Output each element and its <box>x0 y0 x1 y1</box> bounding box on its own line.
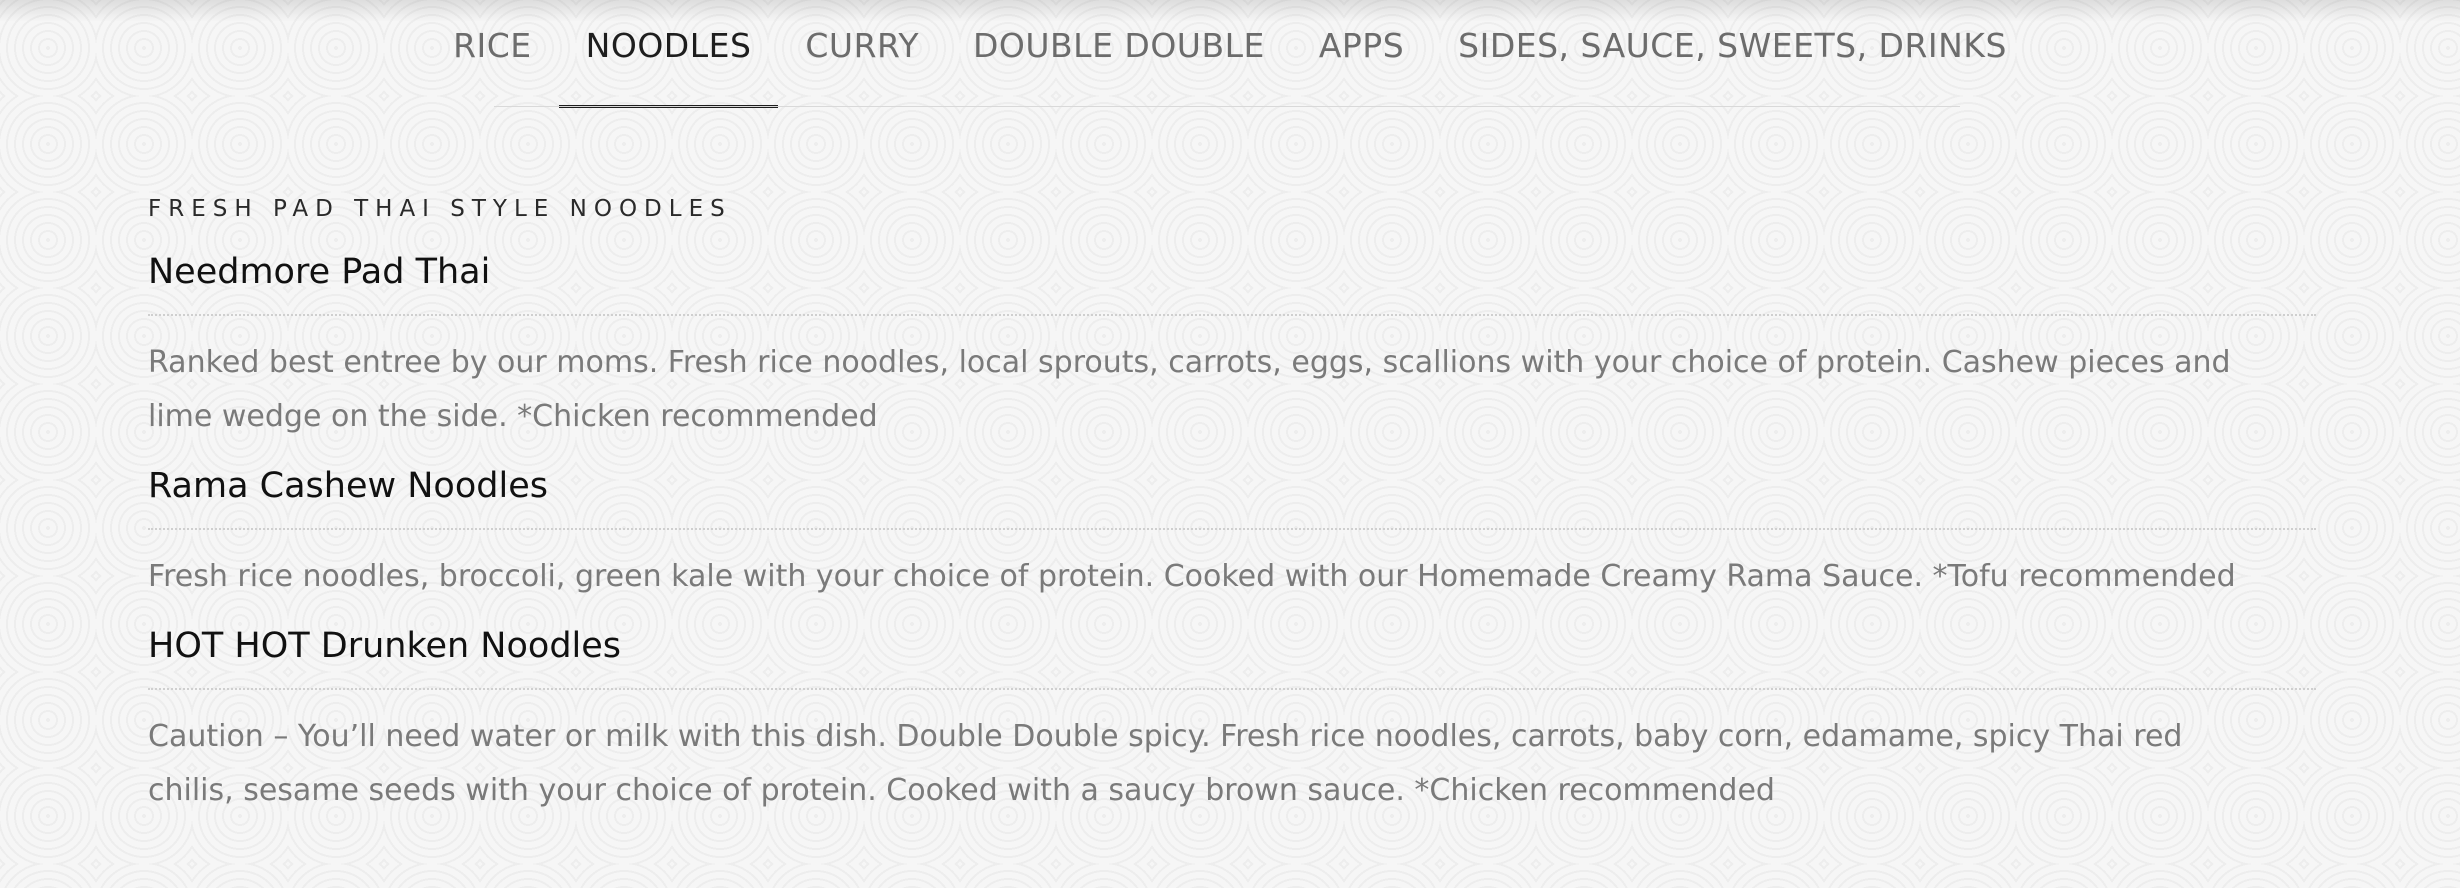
tab-list: RICE NOODLES CURRY DOUBLE DOUBLE APPS SI… <box>0 0 2460 108</box>
tab-label: SIDES, SAUCE, SWEETS, DRINKS <box>1458 26 2007 65</box>
tab-label: DOUBLE DOUBLE <box>973 26 1265 65</box>
tab-double-double[interactable]: DOUBLE DOUBLE <box>946 0 1292 108</box>
tab-label: NOODLES <box>585 26 752 65</box>
tab-label: CURRY <box>805 26 919 65</box>
menu-content: FRESH PAD THAI STYLE NOODLES Needmore Pa… <box>148 196 2316 834</box>
menu-item-description: Fresh rice noodles, broccoli, green kale… <box>148 559 2236 594</box>
tab-curry[interactable]: CURRY <box>778 0 946 108</box>
tab-noodles[interactable]: NOODLES <box>558 0 779 108</box>
nav-divider <box>494 106 1960 107</box>
menu-item-name: Needmore Pad Thai <box>148 246 2316 316</box>
tab-apps[interactable]: APPS <box>1292 0 1431 108</box>
menu-item: HOT HOT Drunken Noodles Caution – You’ll… <box>148 620 2316 818</box>
tab-sides-sauce-sweets-drinks[interactable]: SIDES, SAUCE, SWEETS, DRINKS <box>1431 0 2034 108</box>
tab-label: APPS <box>1318 26 1405 65</box>
section-title: FRESH PAD THAI STYLE NOODLES <box>148 196 732 222</box>
menu-item-name: Rama Cashew Noodles <box>148 460 2316 530</box>
menu-item-description: Ranked best entree by our moms. Fresh ri… <box>148 345 2231 434</box>
menu-item: Rama Cashew Noodles Fresh rice noodles, … <box>148 460 2316 604</box>
tab-label: RICE <box>453 26 532 65</box>
menu-category-nav: RICE NOODLES CURRY DOUBLE DOUBLE APPS SI… <box>0 0 2460 108</box>
menu-item: Needmore Pad Thai Ranked best entree by … <box>148 246 2316 444</box>
menu-item-description: Caution – You’ll need water or milk with… <box>148 719 2183 808</box>
tab-rice[interactable]: RICE <box>426 0 559 108</box>
menu-item-name: HOT HOT Drunken Noodles <box>148 620 2316 690</box>
